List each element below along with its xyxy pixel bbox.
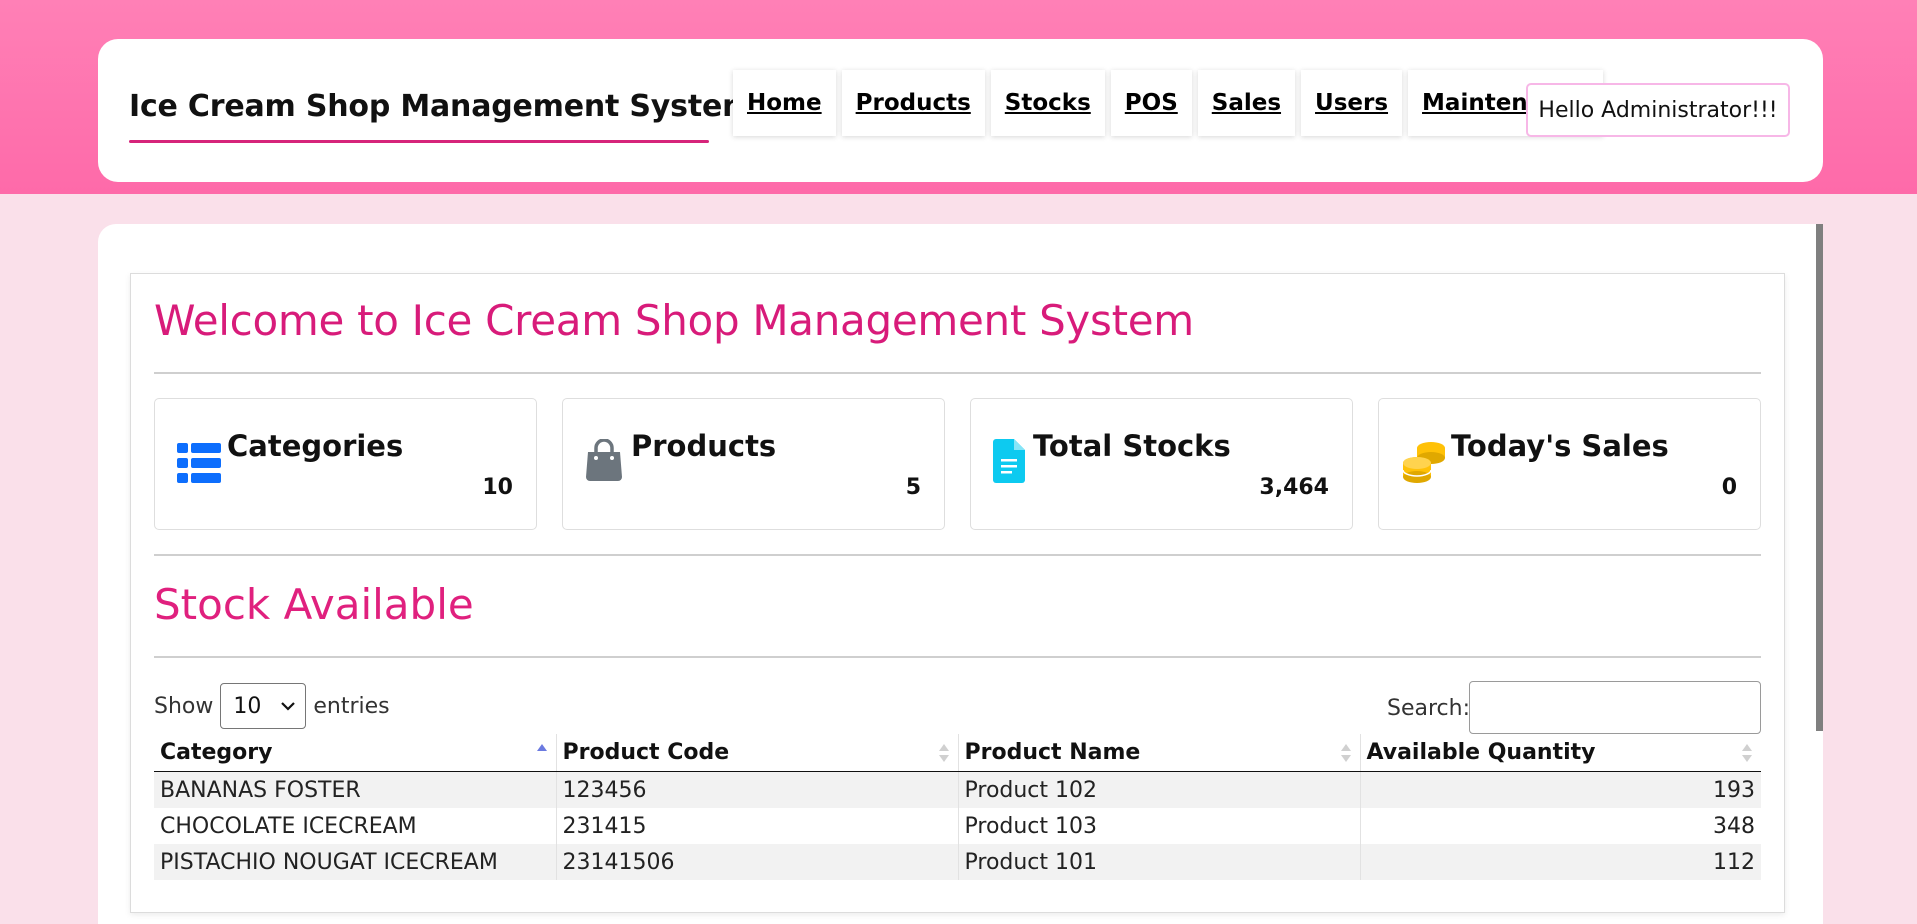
show-label: Show (154, 693, 214, 719)
cell-product-name: Product 102 (958, 771, 1361, 808)
column-header-category[interactable]: Category (154, 734, 557, 772)
file-text-icon (993, 439, 1025, 483)
table-row[interactable]: PISTACHIO NOUGAT ICECREAM 23141506 Produ… (154, 844, 1761, 880)
table-header-row: Category Product Code Product Name Avail… (154, 734, 1761, 772)
scrollbar-thumb[interactable] (1816, 224, 1823, 731)
stat-value: 10 (482, 475, 513, 500)
cell-product-code: 23141506 (556, 844, 959, 880)
divider (154, 554, 1761, 556)
cell-available-quantity: 112 (1360, 844, 1761, 880)
stat-label: Products (631, 429, 777, 463)
nav-link-users[interactable]: Users (1301, 70, 1403, 136)
entries-select[interactable]: 10 (220, 683, 307, 729)
chevron-down-icon (281, 702, 296, 711)
stock-available-title: Stock Available (154, 580, 474, 629)
stat-card-total-stocks: Total Stocks 3,464 (970, 398, 1353, 530)
column-header-label: Category (160, 740, 273, 765)
user-greeting-button[interactable]: Hello Administrator!!! (1526, 83, 1790, 137)
table-row[interactable]: BANANAS FOSTER 123456 Product 102 193 (154, 771, 1761, 808)
cell-category: CHOCOLATE ICECREAM (154, 808, 557, 844)
stat-label: Categories (227, 429, 404, 463)
sort-asc-icon (536, 744, 547, 751)
stat-value: 0 (1721, 475, 1737, 500)
cell-product-name: Product 101 (958, 844, 1361, 880)
nav-link-sales[interactable]: Sales (1197, 70, 1296, 136)
stat-value: 5 (905, 475, 921, 500)
entries-label: entries (313, 693, 390, 719)
stat-card-todays-sales: Today's Sales 0 (1378, 398, 1761, 530)
stat-card-categories: Categories 10 (154, 398, 537, 530)
nav-link-pos[interactable]: POS (1110, 70, 1192, 136)
stat-value: 3,464 (1259, 475, 1329, 500)
entries-length-control: Show 10 entries (154, 682, 390, 730)
column-header-label: Product Code (562, 740, 730, 765)
divider (154, 372, 1761, 374)
column-header-product-code[interactable]: Product Code (556, 734, 959, 772)
list-icon (177, 443, 221, 483)
search-input[interactable] (1469, 681, 1761, 734)
stat-label: Today's Sales (1451, 429, 1669, 463)
top-navbar: Ice Cream Shop Management System Home Pr… (98, 39, 1823, 182)
shopping-bag-icon (586, 439, 622, 481)
coins-icon (1402, 442, 1445, 483)
brand-underline (129, 140, 709, 143)
divider (154, 656, 1761, 658)
column-header-available-quantity[interactable]: Available Quantity (1360, 734, 1761, 772)
nav-link-products[interactable]: Products (841, 70, 985, 136)
sort-both-icon (1340, 744, 1351, 762)
entries-select-value: 10 (233, 693, 262, 719)
column-header-product-name[interactable]: Product Name (958, 734, 1361, 772)
search-label: Search: (1387, 696, 1470, 721)
nav-link-stocks[interactable]: Stocks (990, 70, 1105, 136)
cell-product-code: 123456 (556, 771, 959, 808)
table-row[interactable]: CHOCOLATE ICECREAM 231415 Product 103 34… (154, 808, 1761, 844)
welcome-title: Welcome to Ice Cream Shop Management Sys… (154, 296, 1194, 345)
cell-product-code: 231415 (556, 808, 959, 844)
sort-both-icon (1742, 744, 1752, 762)
stock-table: Category Product Code Product Name Avail… (154, 734, 1761, 880)
cell-available-quantity: 348 (1360, 808, 1761, 844)
main-nav: Home Products Stocks POS Sales Users Mai… (733, 70, 1603, 136)
cell-category: BANANAS FOSTER (154, 771, 557, 808)
nav-link-home[interactable]: Home (733, 70, 836, 136)
stat-label: Total Stocks (1033, 429, 1231, 463)
sort-both-icon (938, 744, 949, 762)
brand-title[interactable]: Ice Cream Shop Management System (129, 89, 753, 124)
stat-card-products: Products 5 (562, 398, 945, 530)
cell-category: PISTACHIO NOUGAT ICECREAM (154, 844, 557, 880)
cell-available-quantity: 193 (1360, 771, 1761, 808)
cell-product-name: Product 103 (958, 808, 1361, 844)
column-header-label: Available Quantity (1366, 740, 1596, 765)
column-header-label: Product Name (964, 740, 1141, 765)
